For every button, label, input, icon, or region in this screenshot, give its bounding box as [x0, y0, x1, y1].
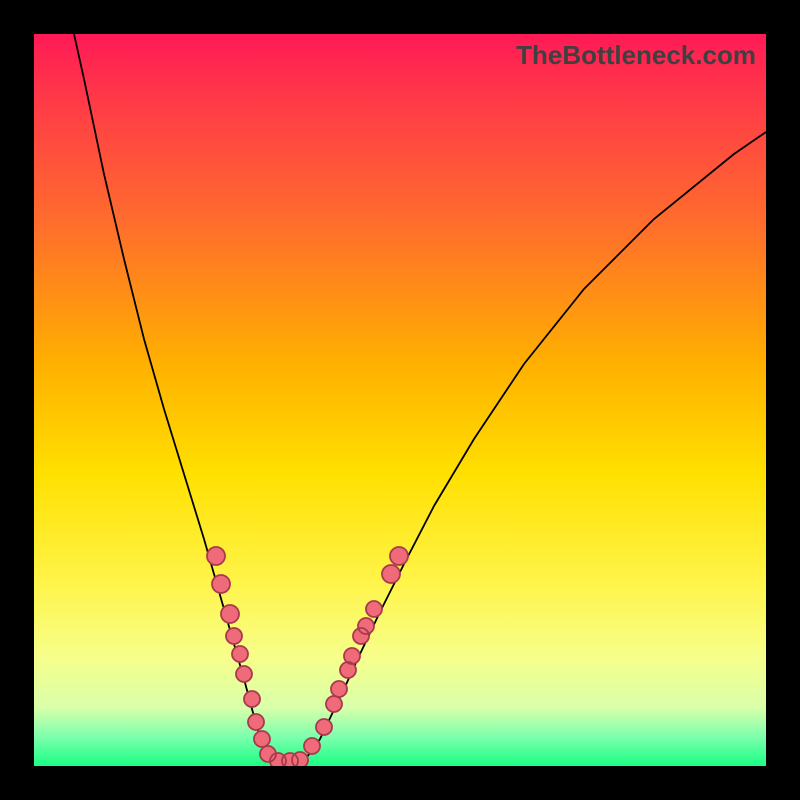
- dots-fill-layer: [207, 547, 408, 766]
- chart-frame: TheBottleneck.com: [0, 0, 800, 800]
- plot-area: TheBottleneck.com: [34, 34, 766, 766]
- curve-layer: [34, 34, 766, 766]
- curve-path: [74, 34, 766, 764]
